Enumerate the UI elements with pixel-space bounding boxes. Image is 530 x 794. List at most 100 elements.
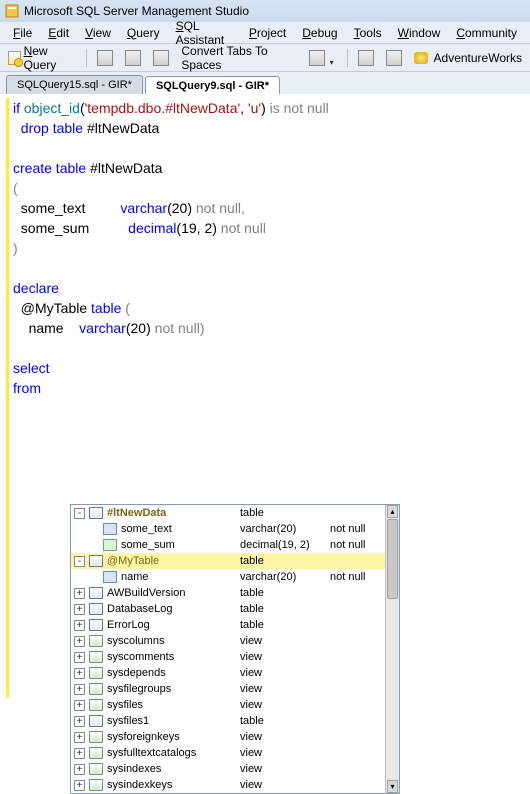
table-icon: [89, 587, 103, 599]
intellisense-item[interactable]: + sysindexesview: [71, 761, 385, 777]
intellisense-item[interactable]: +sysindexkeysview: [71, 777, 385, 793]
menu-query[interactable]: Query: [120, 24, 167, 42]
expand-icon[interactable]: +: [74, 636, 85, 647]
menu-community[interactable]: Community: [449, 24, 524, 42]
intellisense-item[interactable]: -@MyTabletable: [71, 553, 385, 569]
intellisense-item-name: syscolumns: [105, 635, 240, 647]
intellisense-item-type: table: [240, 619, 330, 631]
column-icon: [103, 571, 117, 583]
scroll-thumb[interactable]: [387, 519, 398, 599]
toolbar-button-6[interactable]: [382, 48, 406, 68]
intellisense-item[interactable]: +ErrorLogtable: [71, 617, 385, 633]
expand-icon[interactable]: +: [74, 604, 85, 615]
intellisense-item-type: view: [240, 763, 330, 775]
view-icon: [89, 763, 103, 775]
generic-icon: [358, 50, 374, 66]
table-icon: [89, 603, 103, 615]
generic-icon: [153, 50, 169, 66]
view-icon: [89, 699, 103, 711]
code-line: create table #ltNewData: [6, 158, 530, 178]
code-editor[interactable]: if object_id('tempdb.dbo.#ltNewData', 'u…: [0, 94, 530, 702]
intellisense-item-name: sysfiles: [105, 699, 240, 711]
view-icon: [89, 651, 103, 663]
view-icon: [89, 635, 103, 647]
database-selector[interactable]: AdventureWorks: [410, 49, 526, 67]
code-line: declare: [6, 278, 530, 298]
expand-icon[interactable]: +: [74, 748, 85, 759]
new-query-button[interactable]: New Query: [4, 42, 80, 74]
intellisense-list[interactable]: -#ltNewDatatablesome_textvarchar(20)not …: [71, 505, 385, 793]
intellisense-item[interactable]: +sysfilesview: [71, 697, 385, 713]
menu-project[interactable]: Project: [242, 24, 293, 42]
scroll-up-icon[interactable]: ▴: [387, 505, 398, 518]
intellisense-item[interactable]: some_sumdecimal(19, 2)not null: [71, 537, 385, 553]
intellisense-item-name: AWBuildVersion: [105, 587, 240, 599]
expand-icon[interactable]: +: [74, 684, 85, 695]
table-icon: [89, 619, 103, 631]
intellisense-item-name: sysfiles1: [105, 715, 240, 727]
convert-tabs-button[interactable]: Convert Tabs To Spaces: [177, 42, 300, 74]
expand-icon[interactable]: +: [74, 732, 85, 743]
intellisense-item-name: @MyTable: [105, 555, 240, 567]
expand-icon[interactable]: +: [74, 764, 85, 775]
expand-icon[interactable]: +: [74, 700, 85, 711]
code-line: some_text varchar(20) not null,: [6, 198, 530, 218]
intellisense-item[interactable]: + syscolumnsview: [71, 633, 385, 649]
tab-inactive[interactable]: SQLQuery15.sql - GIR*: [6, 75, 143, 94]
collapse-icon[interactable]: -: [74, 508, 85, 519]
intellisense-item[interactable]: -#ltNewDatatable: [71, 505, 385, 521]
intellisense-item-type: view: [240, 635, 330, 647]
code-line: ): [6, 238, 530, 258]
toolbar-button-1[interactable]: [93, 48, 117, 68]
tab-active[interactable]: SQLQuery9.sql - GIR*: [145, 76, 280, 95]
intellisense-item-name: sysindexes: [105, 763, 240, 775]
toolbar-button-2[interactable]: [121, 48, 145, 68]
expand-icon[interactable]: +: [74, 780, 85, 791]
toolbar-button-5[interactable]: [354, 48, 378, 68]
menu-tools[interactable]: Tools: [347, 24, 389, 42]
view-icon: [89, 731, 103, 743]
expand-icon[interactable]: +: [74, 588, 85, 599]
intellisense-item-type: decimal(19, 2): [240, 539, 330, 551]
intellisense-item[interactable]: + sysfiles1table: [71, 713, 385, 729]
menu-file[interactable]: File: [6, 24, 39, 42]
scroll-down-icon[interactable]: ▾: [387, 780, 398, 793]
intellisense-item-nullable: not null: [330, 571, 385, 583]
code-line: [6, 138, 530, 158]
intellisense-item-type: table: [240, 715, 330, 727]
intellisense-item-name: sysdepends: [105, 667, 240, 679]
intellisense-item[interactable]: some_textvarchar(20)not null: [71, 521, 385, 537]
expand-icon[interactable]: +: [74, 620, 85, 631]
expand-icon[interactable]: +: [74, 716, 85, 727]
intellisense-item-type: view: [240, 683, 330, 695]
intellisense-item-name: syscomments: [105, 651, 240, 663]
database-icon: [414, 52, 428, 64]
intellisense-item[interactable]: +AWBuildVersiontable: [71, 585, 385, 601]
toolbar-button-3[interactable]: [149, 48, 173, 68]
intellisense-item[interactable]: namevarchar(20)not null: [71, 569, 385, 585]
intellisense-item[interactable]: +syscommentsview: [71, 649, 385, 665]
dropdown-icon: [330, 54, 337, 61]
intellisense-item[interactable]: +sysfulltextcatalogsview: [71, 745, 385, 761]
menu-window[interactable]: Window: [391, 24, 448, 42]
intellisense-item[interactable]: +sysfilegroupsview: [71, 681, 385, 697]
menu-edit[interactable]: Edit: [41, 24, 76, 42]
intellisense-item[interactable]: +sysdependsview: [71, 665, 385, 681]
collapse-icon[interactable]: -: [74, 556, 85, 567]
view-icon: [89, 779, 103, 791]
expand-icon[interactable]: +: [74, 668, 85, 679]
intellisense-item-nullable: not null: [330, 523, 385, 535]
intellisense-item-name: sysfulltextcatalogs: [105, 747, 240, 759]
intellisense-scrollbar[interactable]: ▴ ▾: [385, 505, 399, 793]
toolbar-button-4[interactable]: [305, 48, 341, 68]
expand-icon[interactable]: +: [74, 652, 85, 663]
intellisense-item[interactable]: +DatabaseLogtable: [71, 601, 385, 617]
menu-view[interactable]: View: [78, 24, 118, 42]
toolbar-separator: [86, 49, 87, 67]
intellisense-item[interactable]: +sysforeignkeysview: [71, 729, 385, 745]
menu-debug[interactable]: Debug: [295, 24, 344, 42]
intellisense-item-type: view: [240, 731, 330, 743]
code-line: if object_id('tempdb.dbo.#ltNewData', 'u…: [6, 98, 530, 118]
code-line: [6, 338, 530, 358]
table-icon: [89, 507, 103, 519]
